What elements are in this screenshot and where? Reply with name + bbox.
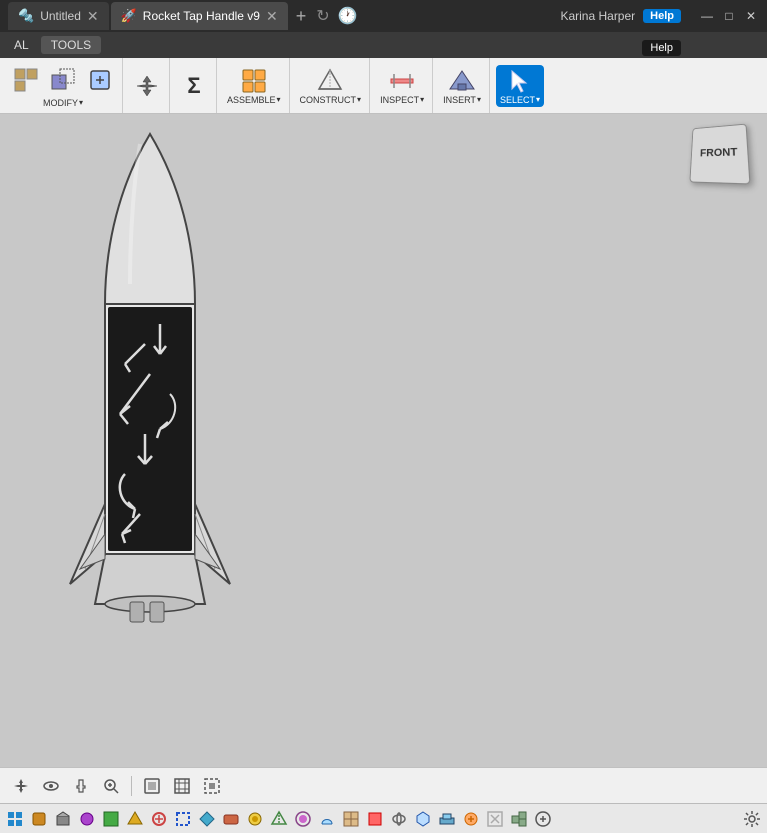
comp-btn-22[interactable] <box>508 808 530 830</box>
comp-btn-8[interactable] <box>172 808 194 830</box>
tool-modify1[interactable] <box>8 64 44 96</box>
comp-btn-12[interactable] <box>268 808 290 830</box>
group-inspect: INSPECT ▾ <box>372 58 433 113</box>
select-icon <box>506 67 534 95</box>
comp-btn-6[interactable] <box>124 808 146 830</box>
group-insert: INSERT ▾ <box>435 58 490 113</box>
tool-assemble[interactable]: ASSEMBLE ▾ <box>223 65 285 107</box>
toolbar: MODIFY ▾ Σ <box>0 58 767 114</box>
insert-label: INSERT ▾ <box>443 95 481 105</box>
user-name: Karina Harper <box>560 9 635 23</box>
modify1-icon <box>12 66 40 94</box>
tool-construct[interactable]: CONSTRUCT ▾ <box>296 65 366 107</box>
group-move <box>125 58 170 113</box>
window-controls: — □ ✕ <box>699 8 759 24</box>
comp-btn-1[interactable] <box>4 808 26 830</box>
tab-untitled-label: Untitled <box>40 9 81 23</box>
btn-orbit[interactable] <box>38 773 64 799</box>
comp-btn-18[interactable] <box>412 808 434 830</box>
tool-move[interactable] <box>129 70 165 102</box>
comp-btn-4[interactable] <box>76 808 98 830</box>
tab-rocket-icon: 🚀 <box>121 8 137 24</box>
tool-modify2[interactable] <box>45 64 81 96</box>
view-cube-front-face[interactable]: FRONT <box>689 124 750 185</box>
construct-label: CONSTRUCT ▾ <box>300 95 362 105</box>
construct-icon <box>316 67 344 95</box>
assemble-label: ASSEMBLE ▾ <box>227 95 281 105</box>
group-construct: CONSTRUCT ▾ <box>292 58 371 113</box>
comp-btn-23[interactable] <box>532 808 554 830</box>
group-assemble: ASSEMBLE ▾ <box>219 58 290 113</box>
tab-untitled[interactable]: 🔩 Untitled ✕ <box>8 2 109 30</box>
group-sigma: Σ <box>172 58 217 113</box>
group-modify: MODIFY ▾ <box>4 58 123 113</box>
modify2-icon <box>49 66 77 94</box>
minimize-button[interactable]: — <box>699 8 715 24</box>
btn-zoom[interactable] <box>98 773 124 799</box>
tab-rocket-label: Rocket Tap Handle v9 <box>143 9 260 23</box>
maximize-button[interactable]: □ <box>721 8 737 24</box>
sigma-icon: Σ <box>180 72 208 100</box>
comp-btn-14[interactable] <box>316 808 338 830</box>
comp-btn-5[interactable] <box>100 808 122 830</box>
tab-bar: 🔩 Untitled ✕ 🚀 Rocket Tap Handle v9 ✕ + … <box>8 2 560 30</box>
menu-al[interactable]: AL <box>4 36 39 54</box>
settings-btn[interactable] <box>741 808 763 830</box>
comp-btn-16[interactable] <box>364 808 386 830</box>
close-button[interactable]: ✕ <box>743 8 759 24</box>
btn-move-tool[interactable] <box>8 773 34 799</box>
tab-rocket-close[interactable]: ✕ <box>266 9 278 23</box>
tool-sigma[interactable]: Σ <box>176 70 212 102</box>
btn-pan[interactable] <box>68 773 94 799</box>
comp-btn-13[interactable] <box>292 808 314 830</box>
group-select: SELECT ▾ <box>492 58 548 113</box>
select-label: SELECT ▾ <box>500 95 540 105</box>
comp-btn-17[interactable] <box>388 808 410 830</box>
tool-insert[interactable]: INSERT ▾ <box>439 65 485 107</box>
modify-label: MODIFY ▾ <box>43 98 83 108</box>
comp-btn-20[interactable] <box>460 808 482 830</box>
move-icon <box>133 72 161 100</box>
modify3-icon <box>86 66 114 94</box>
comp-btn-9[interactable] <box>196 808 218 830</box>
comp-btn-10[interactable] <box>220 808 242 830</box>
view-cube[interactable]: FRONT <box>689 124 747 182</box>
btn-grid[interactable] <box>169 773 195 799</box>
tab-untitled-close[interactable]: ✕ <box>87 9 99 23</box>
comp-btn-15[interactable] <box>340 808 362 830</box>
bottom-toolbar <box>0 767 767 803</box>
clock-icon[interactable]: 🕐 <box>338 6 358 26</box>
modify-tools-row <box>8 64 118 96</box>
canvas-area[interactable]: FRONT <box>0 114 767 767</box>
tool-modify3[interactable] <box>82 64 118 96</box>
comp-btn-11[interactable] <box>244 808 266 830</box>
btn-snap[interactable] <box>199 773 225 799</box>
tab-untitled-icon: 🔩 <box>18 8 34 24</box>
help-tooltip: Help <box>642 40 681 56</box>
comp-btn-7[interactable] <box>148 808 170 830</box>
refresh-icon[interactable]: ↻ <box>316 6 329 26</box>
divider1 <box>131 776 132 796</box>
add-tab-button[interactable]: + <box>290 6 313 27</box>
inspect-icon <box>388 67 416 95</box>
comp-btn-3[interactable] <box>52 808 74 830</box>
component-bar <box>0 803 767 833</box>
comp-btn-21[interactable] <box>484 808 506 830</box>
tab-rocket[interactable]: 🚀 Rocket Tap Handle v9 ✕ <box>111 2 288 30</box>
insert-icon <box>448 67 476 95</box>
title-bar: 🔩 Untitled ✕ 🚀 Rocket Tap Handle v9 ✕ + … <box>0 0 767 32</box>
rocket-model <box>50 124 250 654</box>
tool-select[interactable]: SELECT ▾ <box>496 65 544 107</box>
btn-display[interactable] <box>139 773 165 799</box>
inspect-label: INSPECT ▾ <box>380 95 424 105</box>
help-button[interactable]: Help <box>643 9 681 23</box>
comp-btn-19[interactable] <box>436 808 458 830</box>
menu-tools[interactable]: TOOLS <box>41 36 101 54</box>
view-cube-label: FRONT <box>700 146 738 159</box>
comp-btn-2[interactable] <box>28 808 50 830</box>
assemble-icon <box>240 67 268 95</box>
title-bar-right: Karina Harper Help Help — □ ✕ <box>560 8 759 24</box>
tool-inspect[interactable]: INSPECT ▾ <box>376 65 428 107</box>
